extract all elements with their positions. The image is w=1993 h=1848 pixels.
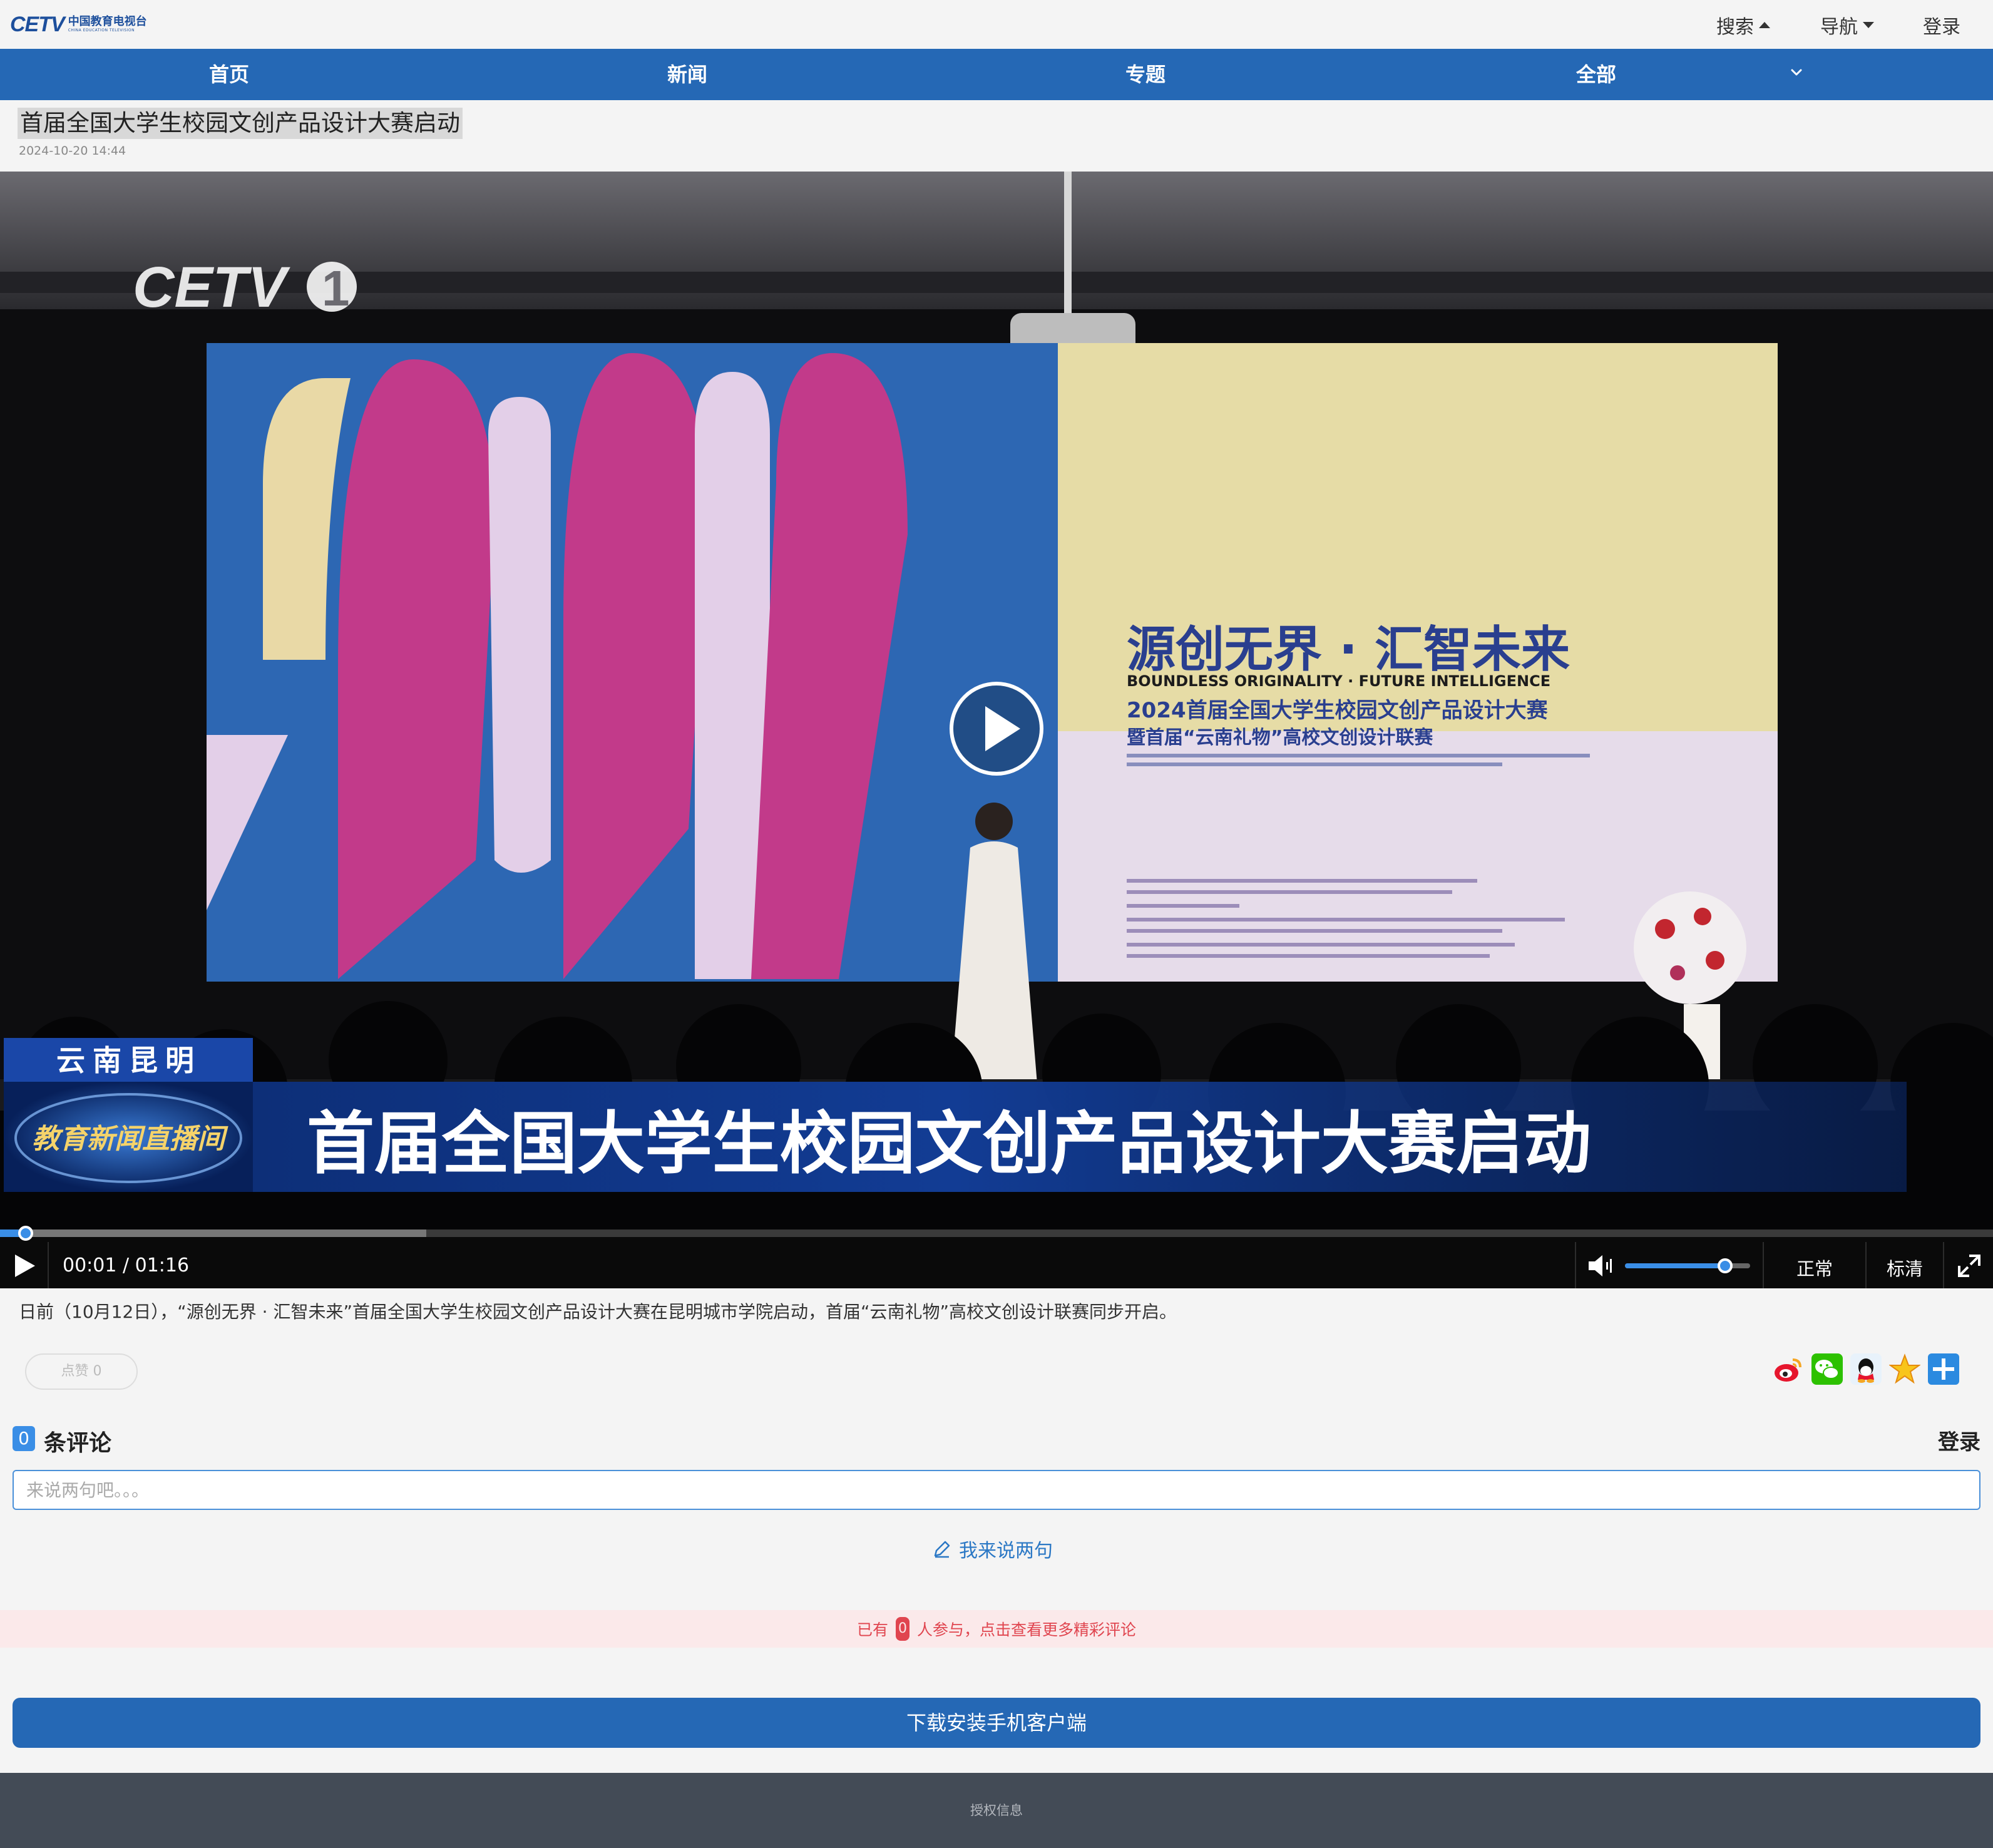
cetv-logo[interactable]: CETV 中国教育电视台 CHINA EDUCATION TELEVISION — [10, 10, 151, 39]
download-app-button[interactable]: 下载安装手机客户端 — [13, 1698, 1980, 1748]
more-share-icon[interactable] — [1928, 1353, 1959, 1385]
nav-menu[interactable]: 导航 — [1820, 11, 1874, 39]
screen-sub1: 2024首届全国大学生校园文创产品设计大赛 — [1127, 698, 1549, 723]
top-bar: CETV 中国教育电视台 CHINA EDUCATION TELEVISION … — [0, 0, 1993, 49]
article-title: 首届全国大学生校园文创产品设计大赛启动 — [18, 108, 463, 139]
logo-en-text: CHINA EDUCATION TELEVISION — [68, 28, 135, 33]
screen-title-en: BOUNDLESS ORIGINALITY · FUTURE INTELLIGE… — [1127, 672, 1550, 690]
time-display: 00:01 / 01:16 — [63, 1255, 190, 1276]
qzone-icon[interactable] — [1889, 1353, 1920, 1385]
banner-suffix: 人参与，点击查看更多精彩评论 — [917, 1621, 1137, 1639]
write-comment-label: 我来说两句 — [959, 1540, 1053, 1562]
license-info-link[interactable]: 授权信息 — [0, 1800, 1993, 1819]
progress-bar[interactable] — [0, 1226, 1993, 1241]
banner-prefix: 已有 — [856, 1621, 888, 1639]
channel-number: 1 — [322, 260, 350, 316]
qq-icon[interactable] — [1850, 1353, 1882, 1385]
location-tag: 云南昆明 — [56, 1044, 202, 1077]
comment-participation-banner[interactable]: 已有 0 人参与，点击查看更多精彩评论 — [0, 1610, 1993, 1648]
comment-login-link[interactable]: 登录 — [1938, 1425, 1980, 1455]
quality-button[interactable]: 标清 — [1887, 1255, 1923, 1281]
login-link[interactable]: 登录 — [1923, 11, 1960, 39]
volume-icon[interactable] — [1587, 1253, 1615, 1278]
divider — [1865, 1242, 1867, 1288]
write-comment-button[interactable]: 我来说两句 — [933, 1535, 1053, 1563]
main-nav: 首页 新闻 专题 全部 — [0, 49, 1993, 100]
pencil-icon — [934, 1541, 950, 1558]
logo-text: 中国教育电视台 CHINA EDUCATION TELEVISION — [68, 16, 147, 33]
volume-level — [1625, 1263, 1725, 1268]
like-button[interactable]: 点赞 0 — [25, 1353, 138, 1390]
divider — [1575, 1242, 1576, 1288]
footer: 授权信息 — [0, 1773, 1993, 1848]
screen-sub2: 暨首届“云南礼物”高校文创设计联赛 — [1127, 727, 1433, 749]
divider — [1943, 1242, 1944, 1288]
video-controls: 00:01 / 01:16 正常 标清 — [0, 1226, 1993, 1288]
nav-item-home[interactable]: 首页 — [163, 49, 295, 100]
logo-mark: CETV — [10, 12, 65, 36]
speed-button[interactable]: 正常 — [1796, 1255, 1833, 1281]
volume-slider[interactable] — [1625, 1258, 1750, 1273]
wechat-icon[interactable] — [1811, 1353, 1843, 1385]
video-player[interactable]: 源创无界 · 汇智未来 BOUNDLESS ORIGINALITY · FUTU… — [0, 172, 1993, 1288]
comment-count-badge: 0 — [13, 1426, 35, 1451]
article-date: 2024-10-20 14:44 — [19, 144, 126, 158]
divider — [48, 1242, 49, 1288]
progress-handle[interactable] — [18, 1226, 33, 1241]
comment-input[interactable] — [13, 1470, 1980, 1510]
participant-count: 0 — [896, 1617, 909, 1641]
play-icon[interactable] — [13, 1253, 38, 1278]
channel-logo: CETV — [133, 255, 290, 319]
buffered-bar — [0, 1229, 426, 1237]
chevron-down-icon[interactable] — [1789, 65, 1804, 80]
weibo-icon[interactable] — [1773, 1353, 1804, 1385]
nav-item-topics[interactable]: 专题 — [1079, 49, 1212, 100]
big-play-icon[interactable] — [948, 680, 1045, 778]
nav-item-news[interactable]: 新闻 — [621, 49, 754, 100]
search-menu-label: 搜索 — [1716, 16, 1754, 38]
caret-down-icon — [1863, 22, 1874, 28]
divider — [1763, 1242, 1764, 1288]
caret-up-icon — [1759, 22, 1770, 28]
nav-menu-label: 导航 — [1820, 16, 1858, 38]
video-caption: 首届全国大学生校园文创产品设计大赛启动 — [307, 1105, 1591, 1183]
volume-handle[interactable] — [1718, 1258, 1733, 1273]
screen-title-cn: 源创无界 · 汇智未来 — [1127, 622, 1570, 678]
search-menu[interactable]: 搜索 — [1716, 11, 1770, 39]
fullscreen-icon[interactable] — [1957, 1253, 1982, 1278]
comment-count-label: 条评论 — [44, 1430, 112, 1456]
article-summary: 日前（10月12日），“源创无界 · 汇智未来”首届全国大学生校园文创产品设计大… — [19, 1301, 1177, 1322]
program-name: 教育新闻直播间 — [32, 1123, 228, 1155]
nav-item-all[interactable]: 全部 — [1530, 49, 1663, 100]
logo-cn-text: 中国教育电视台 — [68, 15, 147, 28]
